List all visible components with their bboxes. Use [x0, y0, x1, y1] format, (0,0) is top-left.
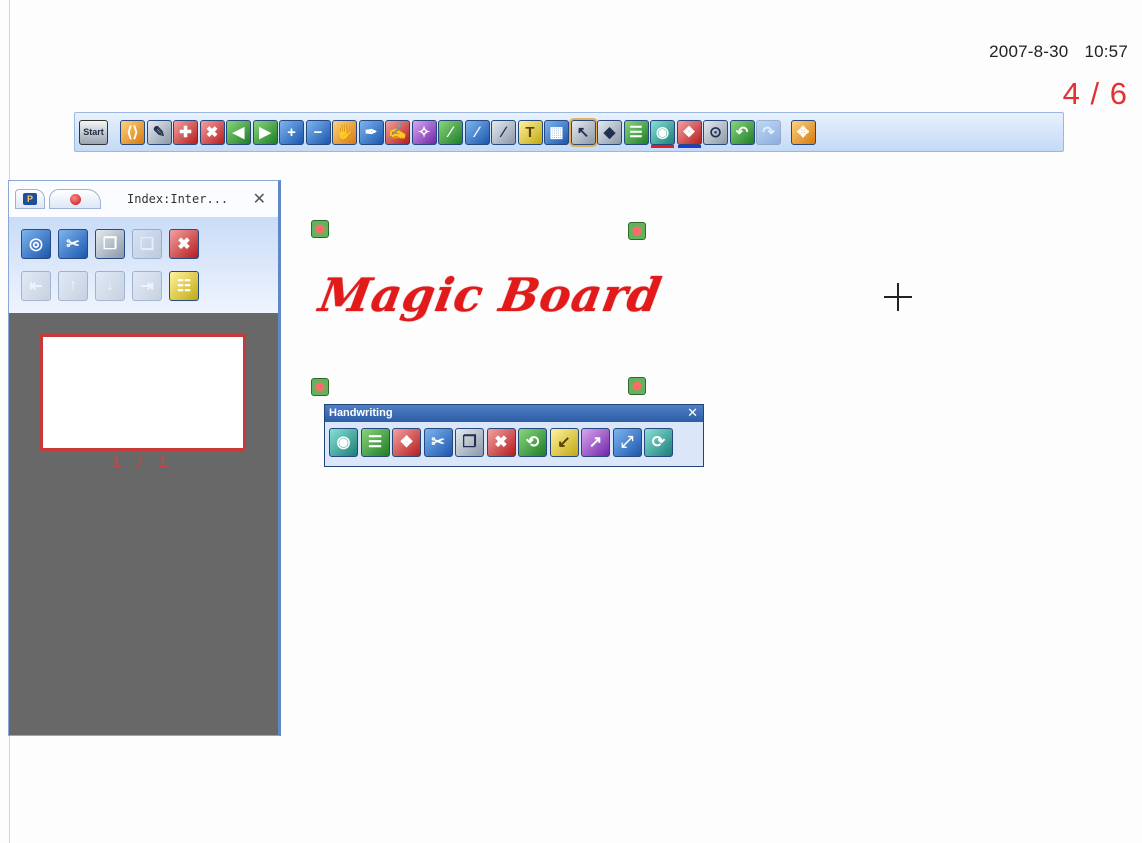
pen-icon[interactable]: ✒ [358, 119, 384, 145]
hw-delete-icon[interactable]: ✖ [486, 428, 516, 457]
hw-cut-icon[interactable]: ✂ [423, 428, 453, 457]
capture-icon[interactable]: ⊙ [703, 119, 728, 145]
hw-color-icon[interactable]: ◉ [329, 428, 358, 457]
new-page-icon[interactable]: ✚ [173, 119, 198, 145]
scale-handle-icon[interactable] [628, 377, 646, 395]
pen-color-icon[interactable]: ◉ [650, 119, 675, 148]
next-page-icon[interactable]: ▶ [252, 119, 278, 145]
powerpoint-icon: P [23, 193, 37, 205]
resize-handle-icon[interactable] [628, 222, 646, 240]
crosshair-cursor-icon [884, 283, 912, 311]
page-counter: 4 / 6 [1062, 76, 1128, 111]
select-arrow-icon[interactable]: ↖ [568, 117, 598, 147]
side-toolbar: ◎ ✂ ❐ ❏ ✖ ⇤ ↑ ↓ ⇥ ☷ [9, 217, 278, 314]
rotate-handle-icon[interactable] [311, 220, 329, 238]
pen-dot-icon [69, 193, 81, 205]
hw-copy-icon[interactable]: ❐ [455, 428, 484, 457]
start-button[interactable]: Start [79, 119, 108, 145]
zoom-in-icon[interactable]: + [279, 119, 304, 145]
undo-icon[interactable]: ↶ [729, 119, 755, 145]
magic-pen-icon[interactable]: ✧ [411, 119, 437, 145]
line-width-icon[interactable]: ☰ [623, 119, 649, 145]
date-text: 2007-8-30 [989, 42, 1069, 61]
move-down-icon[interactable]: ↓ [95, 271, 125, 301]
background-color-icon[interactable]: ❖ [676, 119, 702, 148]
hw-send-backward-icon[interactable]: ↗ [581, 428, 610, 457]
hw-group-icon[interactable]: ⟳ [644, 428, 673, 457]
move-up-icon[interactable]: ↑ [58, 271, 88, 301]
move-last-icon[interactable]: ⇥ [132, 271, 162, 301]
clock: 2007-8-30 10:57 [989, 42, 1128, 62]
menu-handle-icon[interactable] [311, 378, 329, 396]
sketch-icon[interactable]: ✎ [146, 119, 172, 145]
side-panel-tabs: P Index:Inter... ✕ [9, 181, 278, 218]
hand-pan-icon[interactable]: ✋ [332, 119, 357, 145]
hw-align-icon[interactable]: ⤢ [612, 428, 642, 457]
redo-icon[interactable]: ↷ [756, 119, 781, 145]
text-icon[interactable]: T [517, 119, 543, 145]
tab-powerpoint[interactable]: P [15, 189, 45, 209]
hw-background-icon[interactable]: ❖ [392, 428, 421, 457]
brush-icon[interactable]: ✍ [385, 119, 410, 145]
handwriting-title: Handwriting [329, 407, 393, 419]
eraser-icon[interactable]: ◆ [597, 119, 622, 145]
zoom-out-icon[interactable]: − [305, 119, 331, 145]
slide-list: 1 / 1 [9, 313, 278, 735]
film-icon[interactable]: ▦ [544, 119, 569, 145]
brackets-icon[interactable]: ⟨⟩ [120, 119, 145, 145]
paste-icon[interactable]: ❏ [132, 229, 162, 259]
slide-caption: 1 / 1 [112, 454, 174, 471]
highlighter-icon[interactable]: ∕ [438, 119, 463, 145]
move-first-icon[interactable]: ⇤ [21, 271, 51, 301]
delete-icon[interactable]: ✖ [169, 229, 199, 259]
hw-rotate-icon[interactable]: ⟲ [518, 428, 547, 457]
copy-icon[interactable]: ❐ [95, 229, 125, 259]
marker-icon[interactable]: ∕ [464, 119, 490, 145]
tab-pen[interactable] [49, 189, 101, 209]
close-icon[interactable]: ✕ [253, 189, 266, 209]
handwriting-palette: Handwriting ✕ ◉ ☰ ❖ ✂ ❐ ✖ ⟲ ↙ ↗ ⤢ ⟳ [324, 404, 704, 467]
hw-bring-forward-icon[interactable]: ↙ [549, 428, 579, 457]
slide-thumbnail[interactable] [40, 334, 246, 451]
handwriting-titlebar[interactable]: Handwriting ✕ [325, 405, 703, 422]
main-toolbar: Start ⟨⟩ ✎ ✚ ✖ ◀ ▶ + − ✋ ✒ ✍ ✧ ∕ ∕ ∕ T ▦ ↖ ◆ ☰ ◉ ❖ ⊙ ↶ ↷ ✥ [74, 112, 1064, 152]
canvas-title-text[interactable]: Magic Board [315, 268, 666, 322]
time-text: 10:57 [1084, 42, 1128, 61]
side-toolbar-row-2: ⇤ ↑ ↓ ⇥ ☷ [21, 271, 206, 301]
globe-icon[interactable]: ◎ [21, 229, 51, 259]
close-icon[interactable]: ✕ [687, 405, 698, 421]
cut-icon[interactable]: ✂ [58, 229, 88, 259]
delete-page-icon[interactable]: ✖ [199, 119, 225, 145]
handwriting-buttons: ◉ ☰ ❖ ✂ ❐ ✖ ⟲ ↙ ↗ ⤢ ⟳ [325, 422, 703, 463]
side-panel: P Index:Inter... ✕ ◎ ✂ ❐ ❏ ✖ ⇤ ↑ ↓ ⇥ ☷ 1 / 1 [8, 180, 281, 736]
side-toolbar-row-1: ◎ ✂ ❐ ❏ ✖ [21, 229, 206, 259]
index-list-icon[interactable]: ☷ [169, 271, 199, 301]
previous-page-icon[interactable]: ◀ [226, 119, 251, 145]
hw-line-width-icon[interactable]: ☰ [360, 428, 390, 457]
panel-title: Index:Inter... [127, 192, 229, 206]
move-toolbar-icon[interactable]: ✥ [790, 119, 816, 145]
soft-pen-icon[interactable]: ∕ [491, 119, 516, 145]
